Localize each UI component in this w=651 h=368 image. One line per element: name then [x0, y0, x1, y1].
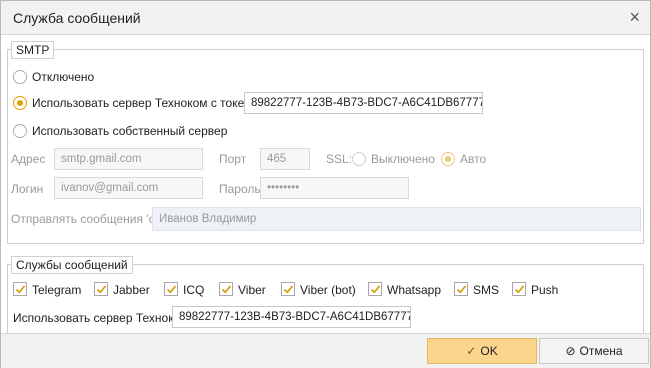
from-input[interactable]: Иванов Владимир — [152, 207, 641, 231]
checkbox-sms[interactable] — [454, 282, 468, 296]
jabber-label[interactable]: Jabber — [113, 283, 150, 297]
password-input[interactable]: •••••••• — [260, 177, 409, 199]
viber-bot-label[interactable]: Viber (bot) — [300, 283, 356, 297]
services-token-input[interactable]: 89822777-123B-4B73-BDC7-A6C41DB67777 — [172, 306, 411, 328]
sms-label[interactable]: SMS — [473, 283, 499, 297]
checkmark-icon — [15, 285, 26, 294]
ssl-label: SSL: — [326, 152, 353, 166]
address-input[interactable]: smtp.gmail.com — [54, 148, 203, 170]
message-service-dialog: Служба сообщений × SMTP Отключено Исполь… — [0, 0, 651, 368]
checkbox-viber-bot[interactable] — [281, 282, 295, 296]
ok-button-label: OK — [480, 344, 498, 358]
cancel-button[interactable]: ⊘ Отмена — [539, 338, 649, 364]
radio-own-server[interactable] — [13, 124, 27, 138]
radio-ssl-off[interactable] — [352, 152, 366, 166]
push-label[interactable]: Push — [531, 283, 558, 297]
address-label: Адрес — [11, 152, 46, 166]
checkmark-icon — [514, 285, 525, 294]
close-icon[interactable]: × — [629, 7, 640, 27]
smtp-legend: SMTP — [11, 41, 55, 59]
password-label: Пароль — [219, 182, 261, 196]
checkmark-icon — [166, 285, 177, 294]
radio-disabled[interactable] — [13, 70, 27, 84]
checkmark-icon — [456, 285, 467, 294]
viber-label[interactable]: Viber — [238, 283, 266, 297]
check-icon: ✓ — [466, 344, 477, 358]
ssl-off-label[interactable]: Выключено — [371, 152, 435, 166]
login-label: Логин — [11, 182, 44, 196]
ssl-auto-label[interactable]: Авто — [460, 152, 486, 166]
checkmark-icon — [96, 285, 107, 294]
port-input[interactable]: 465 — [260, 148, 310, 170]
port-label: Порт — [219, 152, 247, 166]
checkmark-icon — [221, 285, 232, 294]
dialog-body: SMTP Отключено Использовать сервер Техно… — [1, 35, 650, 335]
title-bar: Служба сообщений × — [1, 1, 650, 35]
checkbox-jabber[interactable] — [94, 282, 108, 296]
checkbox-viber[interactable] — [219, 282, 233, 296]
radio-technokom-label[interactable]: Использовать сервер Техноком с токеном — [32, 96, 266, 110]
icq-label[interactable]: ICQ — [183, 283, 204, 297]
ok-button[interactable]: ✓ OK — [427, 338, 537, 364]
radio-disabled-label[interactable]: Отключено — [32, 70, 94, 84]
dialog-title: Служба сообщений — [13, 10, 141, 26]
checkbox-icq[interactable] — [164, 282, 178, 296]
services-server-label: Использовать сервер Техноком — [13, 311, 189, 325]
whatsapp-label[interactable]: Whatsapp — [387, 283, 441, 297]
checkbox-push[interactable] — [512, 282, 526, 296]
radio-own-server-label[interactable]: Использовать собственный сервер — [32, 124, 227, 138]
cancel-button-label: Отмена — [579, 344, 623, 358]
checkbox-telegram[interactable] — [13, 282, 27, 296]
cancel-icon: ⊘ — [565, 344, 576, 358]
technokom-token-input[interactable]: 89822777-123B-4B73-BDC7-A6C41DB67777 — [244, 92, 483, 114]
dialog-footer: ✓ OK ⊘ Отмена — [1, 333, 650, 368]
checkmark-icon — [370, 285, 381, 294]
radio-technokom[interactable] — [13, 96, 27, 110]
checkbox-whatsapp[interactable] — [368, 282, 382, 296]
services-legend: Службы сообщений — [11, 256, 133, 274]
from-label: Отправлять сообщения 'от': — [11, 212, 167, 226]
radio-ssl-auto[interactable] — [441, 152, 455, 166]
checkmark-icon — [283, 285, 294, 294]
login-input[interactable]: ivanov@gmail.com — [54, 177, 203, 199]
telegram-label[interactable]: Telegram — [32, 283, 81, 297]
